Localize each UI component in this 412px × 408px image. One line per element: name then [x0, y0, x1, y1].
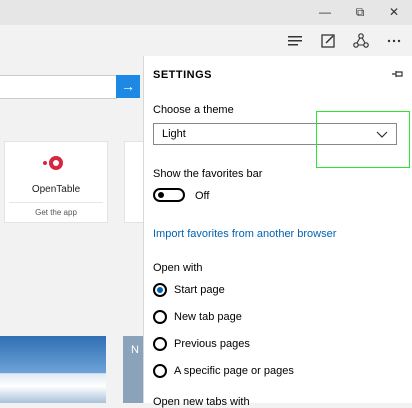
hub-icon[interactable]	[285, 31, 305, 51]
second-tile[interactable]	[124, 141, 145, 223]
opentable-tile[interactable]: OpenTable Get the app	[4, 141, 108, 223]
close-button[interactable]: ✕	[386, 4, 402, 20]
radio-start-page[interactable]	[153, 283, 167, 297]
tile-name: OpenTable	[31, 184, 81, 195]
radio-specific-pages[interactable]	[153, 364, 167, 378]
news-photo[interactable]	[0, 336, 106, 403]
radio-new-tab-page-label: New tab page	[174, 311, 242, 323]
open-new-tabs-label: Open new tabs with	[153, 396, 250, 408]
news-photo-2-label: N	[131, 344, 139, 356]
tile-divider	[9, 202, 103, 203]
get-app-link[interactable]: Get the app	[5, 208, 107, 217]
favorites-bar-label: Show the favorites bar	[153, 168, 263, 180]
opentable-logo-icon	[49, 156, 63, 170]
radio-previous-pages[interactable]	[153, 337, 167, 351]
pin-icon[interactable]	[391, 68, 405, 80]
settings-pane: SETTINGS Choose a theme Light Show the f…	[143, 56, 412, 408]
opentable-dot-icon	[43, 161, 47, 165]
minimize-button[interactable]: —	[317, 4, 333, 20]
search-go-button[interactable]: →	[116, 75, 140, 98]
more-icon[interactable]	[384, 31, 404, 51]
radio-start-page-label: Start page	[174, 284, 225, 296]
favorites-bar-state: Off	[195, 190, 210, 202]
open-with-label: Open with	[153, 262, 203, 274]
restore-button[interactable]: ⧉	[352, 4, 368, 20]
radio-new-tab-page[interactable]	[153, 310, 167, 324]
theme-value: Light	[162, 128, 186, 140]
favorites-bar-toggle[interactable]	[153, 188, 185, 202]
search-input[interactable]	[0, 75, 117, 99]
radio-previous-pages-label: Previous pages	[174, 338, 250, 350]
settings-title: SETTINGS	[153, 69, 213, 81]
news-photo-2[interactable]: N	[123, 336, 144, 403]
share-icon[interactable]	[351, 31, 371, 51]
theme-label: Choose a theme	[153, 104, 234, 116]
radio-specific-pages-label: A specific page or pages	[174, 365, 294, 377]
annotation-highlight-box	[316, 111, 410, 168]
toggle-knob	[158, 192, 164, 198]
browser-toolbar	[0, 25, 412, 56]
import-favorites-link[interactable]: Import favorites from another browser	[153, 228, 336, 240]
note-icon[interactable]	[318, 31, 338, 51]
title-bar: — ⧉ ✕	[0, 0, 412, 25]
